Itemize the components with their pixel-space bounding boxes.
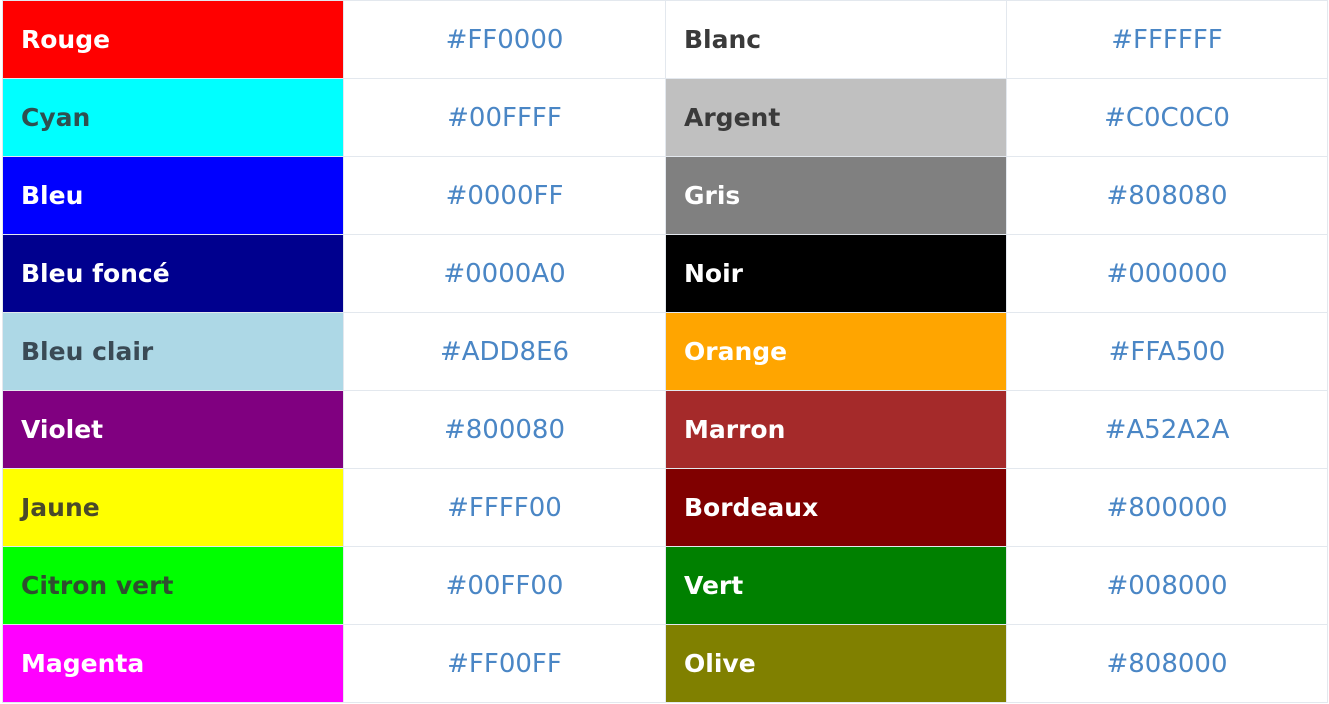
color-name-magenta: Magenta <box>2 624 344 703</box>
color-hex-bordeaux: #800000 <box>1006 468 1328 547</box>
color-name-gris: Gris <box>665 156 1007 235</box>
table-row: Citron vert #00FF00 Vert #008000 <box>2 546 1328 625</box>
color-name-jaune: Jaune <box>2 468 344 547</box>
color-name-argent: Argent <box>665 78 1007 157</box>
table-row: Jaune #FFFF00 Bordeaux #800000 <box>2 468 1328 547</box>
table-row: Cyan #00FFFF Argent #C0C0C0 <box>2 78 1328 157</box>
color-hex-noir: #000000 <box>1006 234 1328 313</box>
table-row: Rouge #FF0000 Blanc #FFFFFF <box>2 0 1328 79</box>
table-row: Bleu foncé #0000A0 Noir #000000 <box>2 234 1328 313</box>
color-hex-violet: #800080 <box>343 390 666 469</box>
color-hex-orange: #FFA500 <box>1006 312 1328 391</box>
table-row: Bleu #0000FF Gris #808080 <box>2 156 1328 235</box>
color-name-bordeaux: Bordeaux <box>665 468 1007 547</box>
color-hex-marron: #A52A2A <box>1006 390 1328 469</box>
color-hex-cyan: #00FFFF <box>343 78 666 157</box>
color-hex-bleu-fonce: #0000A0 <box>343 234 666 313</box>
color-name-bleu-fonce: Bleu foncé <box>2 234 344 313</box>
color-table-body: Rouge #FF0000 Blanc #FFFFFF Cyan #00FFFF Argen… <box>2 0 1328 703</box>
color-hex-rouge: #FF0000 <box>343 0 666 79</box>
color-name-noir: Noir <box>665 234 1007 313</box>
table-row: Violet #800080 Marron #A52A2A <box>2 390 1328 469</box>
color-name-bleu-clair: Bleu clair <box>2 312 344 391</box>
color-table: Rouge #FF0000 Blanc #FFFFFF Cyan #00FFFF Argen… <box>2 0 1328 703</box>
color-hex-gris: #808080 <box>1006 156 1328 235</box>
table-row: Bleu clair #ADD8E6 Orange #FFA500 <box>2 312 1328 391</box>
color-hex-blanc: #FFFFFF <box>1006 0 1328 79</box>
color-name-cyan: Cyan <box>2 78 344 157</box>
color-hex-citron-vert: #00FF00 <box>343 546 666 625</box>
color-hex-jaune: #FFFF00 <box>343 468 666 547</box>
color-name-rouge: Rouge <box>2 0 344 79</box>
color-name-vert: Vert <box>665 546 1007 625</box>
color-name-citron-vert: Citron vert <box>2 546 344 625</box>
color-name-orange: Orange <box>665 312 1007 391</box>
color-hex-magenta: #FF00FF <box>343 624 666 703</box>
color-hex-bleu-clair: #ADD8E6 <box>343 312 666 391</box>
color-name-violet: Violet <box>2 390 344 469</box>
color-name-bleu: Bleu <box>2 156 344 235</box>
color-name-marron: Marron <box>665 390 1007 469</box>
color-hex-argent: #C0C0C0 <box>1006 78 1328 157</box>
color-hex-vert: #008000 <box>1006 546 1328 625</box>
color-name-olive: Olive <box>665 624 1007 703</box>
color-hex-bleu: #0000FF <box>343 156 666 235</box>
table-row: Magenta #FF00FF Olive #808000 <box>2 624 1328 703</box>
color-name-blanc: Blanc <box>665 0 1007 79</box>
color-hex-olive: #808000 <box>1006 624 1328 703</box>
